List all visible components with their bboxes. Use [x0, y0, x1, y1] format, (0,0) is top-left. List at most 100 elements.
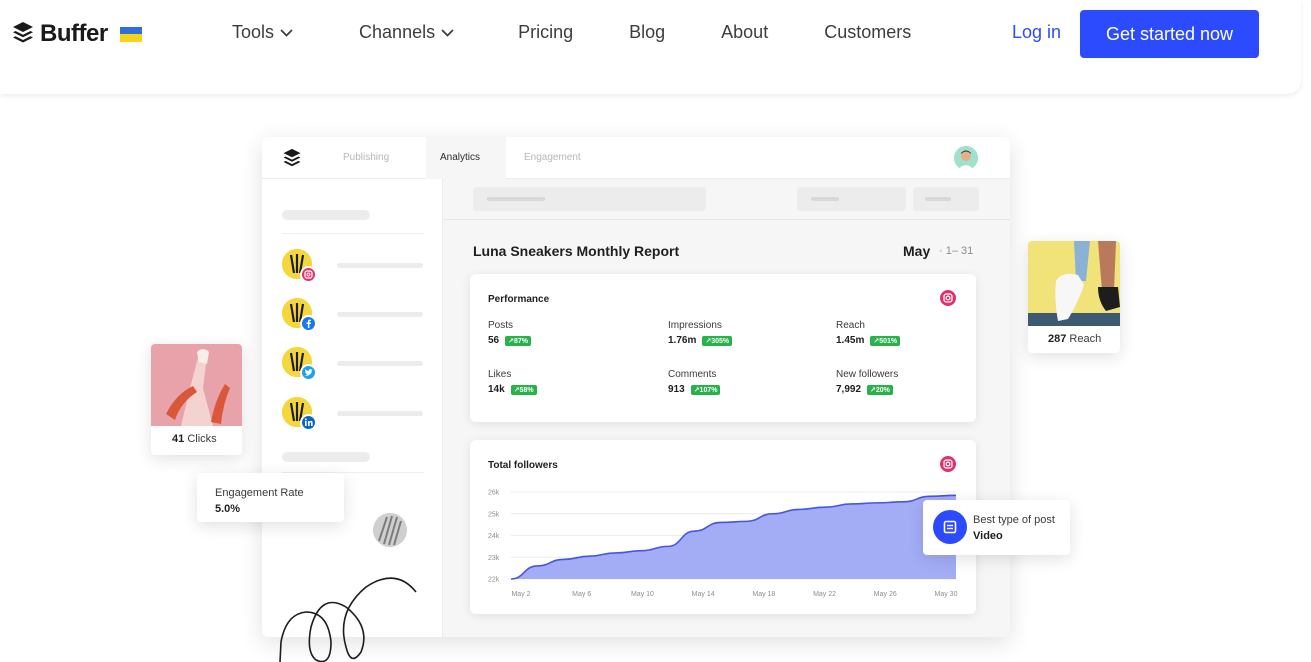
engagement-rate-card: Engagement Rate 5.0%: [197, 473, 344, 522]
delta-badge: ↗501%: [870, 335, 901, 346]
date-range-text: 1– 31: [945, 245, 974, 257]
linkedin-icon: [300, 414, 317, 431]
nav-label: Pricing: [518, 22, 574, 42]
post-image: [1028, 241, 1120, 326]
facebook-icon: [300, 315, 317, 332]
x-tick-label: May 2: [511, 591, 530, 598]
performance-card: Performance Posts 56 ↗87% Impressions 1.7…: [470, 274, 976, 422]
metric-likes: Likes 14k ↗58%: [488, 369, 537, 395]
metric-label: Posts: [488, 320, 514, 331]
tab-analytics[interactable]: Analytics: [440, 152, 480, 163]
metric-value: 7,992: [836, 384, 862, 395]
buffer-logo-icon: [283, 148, 301, 167]
metric-label: Reach: [836, 320, 865, 331]
metric-label: Likes: [488, 369, 512, 380]
skeleton-line: [337, 411, 423, 416]
total-followers-card: Total followers 22k 23k 24k 25k 26k May 2 May …: [470, 440, 976, 614]
get-started-button[interactable]: Get started now: [1080, 10, 1259, 58]
delta-badge: ↗87%: [505, 335, 532, 346]
buffer-logo-icon: [13, 22, 33, 43]
metric-label: Comments: [668, 369, 717, 380]
hands-sneaker-image: [151, 344, 242, 426]
nav-item-customers[interactable]: Customers: [824, 22, 911, 43]
reach-label: Reach: [1069, 333, 1102, 345]
nav-item-tools[interactable]: Tools: [232, 22, 293, 43]
sneaker-legs-image: [1028, 241, 1120, 326]
nav-item-about[interactable]: About: [721, 22, 768, 43]
toolbar-divider: [443, 219, 1010, 220]
performance-title: Performance: [488, 294, 550, 305]
metric-value: 14k: [488, 384, 505, 395]
nav-item-pricing[interactable]: Pricing: [518, 22, 573, 43]
best-type-value: Video: [973, 530, 1003, 542]
y-tick-label: 25k: [488, 511, 500, 518]
tab-engagement[interactable]: Engagement: [524, 152, 581, 163]
site-header: Buffer Tools Channels Pricing Blog About…: [0, 0, 1301, 94]
chevron-down-icon: [441, 28, 454, 37]
x-tick-label: May 30: [935, 591, 958, 598]
skeleton-line: [337, 312, 423, 317]
best-post-type-card: Best type of post Video: [923, 500, 1070, 555]
x-tick-label: May 26: [874, 591, 897, 598]
x-tick-label: May 6: [572, 591, 591, 598]
analytics-dashboard-mockup: Publishing Analytics Engagement Luna Sne…: [262, 137, 1010, 637]
nav-label: Tools: [232, 22, 275, 42]
skeleton-line: [282, 210, 370, 220]
metric-label: Impressions: [668, 320, 722, 331]
twitter-icon: [300, 364, 317, 381]
nav-label: Blog: [629, 22, 666, 42]
y-tick-label: 22k: [488, 577, 500, 584]
buffer-logo[interactable]: Buffer: [12, 20, 142, 48]
metric-value: 1.76m: [668, 335, 697, 346]
main-nav: Tools Channels Pricing Blog About Custom…: [232, 22, 911, 43]
user-avatar[interactable]: [954, 146, 978, 170]
metric-new-followers: New followers 7,992 ↗20%: [836, 369, 898, 395]
x-tick-label: May 10: [631, 591, 654, 598]
search-placeholder-bar: [473, 187, 706, 211]
report-date-range: · 1– 31: [939, 245, 974, 257]
reach-post-card: 287 Reach: [1028, 241, 1120, 353]
engagement-value: 5.0%: [215, 503, 241, 515]
skeleton-line: [282, 452, 370, 462]
clicks-label: Clicks: [187, 433, 217, 445]
user-avatar-icon: [954, 146, 978, 170]
metric-reach: Reach 1.45m ↗501%: [836, 320, 901, 346]
best-type-label: Best type of post: [973, 514, 1055, 526]
nav-item-blog[interactable]: Blog: [629, 22, 665, 43]
nav-label: About: [721, 22, 769, 42]
account-twitter[interactable]: [282, 347, 318, 383]
report-title: Luna Sneakers Monthly Report: [473, 243, 680, 259]
dashboard-topbar: Publishing Analytics Engagement: [262, 137, 1010, 179]
x-tick-label: May 22: [813, 591, 836, 598]
striped-sphere-decoration: [373, 513, 407, 547]
delta-badge: ↗58%: [510, 384, 537, 395]
account-linkedin[interactable]: [282, 397, 318, 433]
chevron-down-icon: [280, 28, 293, 37]
skeleton-line: [337, 263, 423, 268]
delta-badge: ↗107%: [690, 384, 721, 395]
metric-value: 913: [668, 384, 685, 395]
dashboard-main: Luna Sneakers Monthly Report May · 1– 31…: [443, 179, 1010, 637]
x-tick-label: May 14: [692, 591, 715, 598]
tab-publishing[interactable]: Publishing: [343, 152, 389, 163]
metric-impressions: Impressions 1.76m ↗305%: [668, 320, 733, 346]
clicks-stat: 41 Clicks: [172, 433, 217, 445]
nav-label: Customers: [824, 22, 912, 42]
y-tick-label: 24k: [488, 533, 500, 540]
account-facebook[interactable]: [282, 298, 318, 334]
reach-stat: 287 Reach: [1048, 333, 1101, 345]
metric-comments: Comments 913 ↗107%: [668, 369, 721, 395]
clicks-post-card: 41 Clicks: [151, 344, 242, 455]
scribble-decoration: [279, 577, 417, 662]
date-placeholder-bar: [913, 187, 979, 211]
login-link[interactable]: Log in: [1012, 22, 1061, 43]
account-instagram[interactable]: [282, 249, 318, 285]
skeleton-line: [337, 361, 423, 366]
followers-area-chart: 22k 23k 24k 25k 26k May 2 May 6 May 10 May 14 May…: [488, 490, 958, 599]
metric-value: 56: [488, 335, 500, 346]
ukraine-flag-icon: [119, 26, 142, 42]
nav-item-channels[interactable]: Channels: [359, 22, 454, 43]
x-tick-label: May 18: [752, 591, 775, 598]
clicks-value: 41: [172, 433, 185, 445]
dashboard-sidebar: [262, 179, 443, 637]
